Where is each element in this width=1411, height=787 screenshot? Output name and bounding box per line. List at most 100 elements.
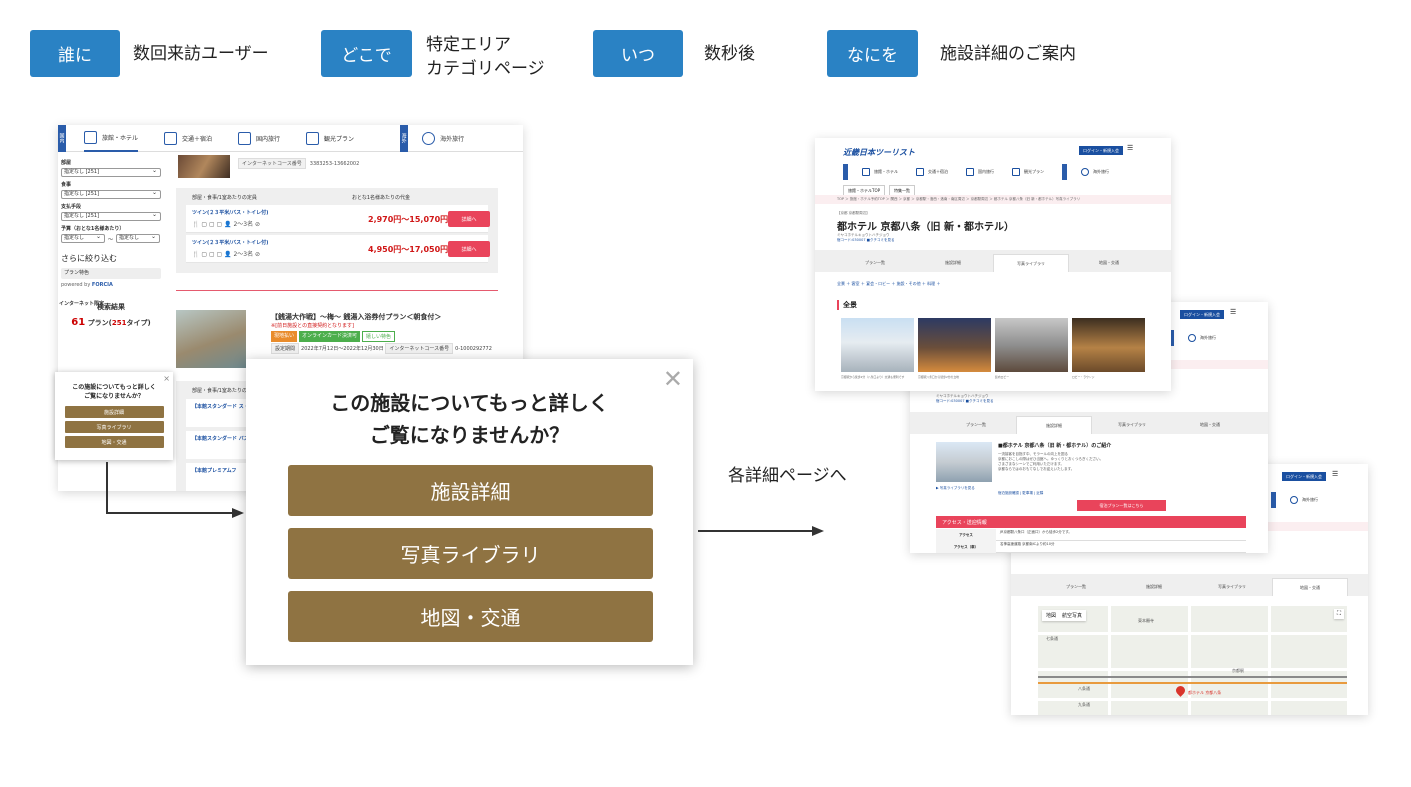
map-label: 八条通 <box>1078 686 1090 691</box>
train-icon <box>164 131 178 145</box>
plane-icon <box>966 168 974 176</box>
nav-item-hotel[interactable]: 旅館・ホテル <box>862 168 898 176</box>
photo-category-links[interactable]: 全景 ＋ 客室 ＋ 宴会・ロビー ＋ 施設・その他 ＋ 料理 ＋ <box>837 281 940 287</box>
menu-icon[interactable]: ☰ <box>1127 144 1133 152</box>
nav-item-domestic-trip[interactable]: 国内旅行 <box>238 131 280 145</box>
plan-feature-select[interactable]: プラン特色 <box>61 268 161 279</box>
hotel-photo[interactable] <box>841 318 914 372</box>
photo-library-button[interactable]: 写真ライブラリ <box>64 421 164 433</box>
hotel-code[interactable]: 宿コード:030007 ■クチコミを見る <box>936 399 993 404</box>
map-road <box>1038 632 1347 635</box>
login-button[interactable]: ログイン・新規入会 <box>1079 146 1123 155</box>
badge-feature: 嬉しい特色 <box>362 331 396 342</box>
room-amenities: 🍴 ▢ ▢ ▢ 👤 2〜3名 ⊘ <box>192 251 261 258</box>
course-code-label: インターネットコース番号 <box>385 343 454 354</box>
nav-item-domestic-trip[interactable]: 国内旅行 <box>966 168 994 176</box>
nav-item-transport[interactable]: 交通＋宿泊 <box>916 168 948 176</box>
detail-button[interactable]: 詳細へ <box>448 211 490 227</box>
map-tab-map[interactable]: 地図 <box>1046 612 1056 619</box>
tab-map-access[interactable]: 地図・交通 <box>1071 254 1147 272</box>
facility-detail-button[interactable]: 施設詳細 <box>288 465 653 516</box>
map-road <box>1108 606 1111 715</box>
photo-page-screenshot: 近畿日本ツーリスト ログイン・新規入会 ☰ 旅館・ホテル 交通＋宿泊 国内旅行 … <box>815 138 1171 391</box>
map-pin-icon[interactable] <box>1174 684 1187 697</box>
access-row: アクセス JR京都駅八条口（正面口）から徒歩2分です。 <box>936 529 1246 541</box>
result-count: 61 プラン(251タイプ) <box>61 317 161 328</box>
room-name[interactable]: ツイン(２３平米/バス・トイレ付) <box>192 239 268 246</box>
facility-links[interactable]: 宿泊施設確認 | 駐車場 | 近隣 <box>998 491 1043 496</box>
domestic-tab[interactable] <box>843 164 848 180</box>
access-row: アクセス（車） 名神高速道路 京都南ICより約10分 <box>936 541 1246 553</box>
photo-library-link[interactable]: ▶ 写真ライブラリを見る <box>936 486 975 491</box>
tab-plan-list[interactable]: プラン一覧 <box>837 254 913 272</box>
overseas-tab[interactable] <box>1062 164 1067 180</box>
hotel-photo[interactable] <box>918 318 991 372</box>
hotel-photo[interactable] <box>1072 318 1145 372</box>
nav-item-overseas[interactable]: 海外旅行 <box>1188 334 1216 342</box>
result-type-count: 251 <box>111 319 127 327</box>
nav-item-overseas[interactable]: 海外旅行 <box>422 131 464 145</box>
room-select[interactable]: 指定なし [251] <box>61 167 161 177</box>
payment-label: 支払手段 <box>61 204 82 210</box>
tab-map-access[interactable]: 地図・交通 <box>1272 578 1348 596</box>
map-access-button[interactable]: 地図・交通 <box>64 436 164 448</box>
tab-map-access[interactable]: 地図・交通 <box>1172 416 1248 434</box>
nav-item-transport[interactable]: 交通＋宿泊 <box>164 131 212 145</box>
popup-title-line: この施設についてもっと詳しく <box>330 391 609 415</box>
overseas-tab[interactable]: 海外 <box>400 125 409 152</box>
access-map[interactable]: 京都駅 東本願寺 七条通 八条通 九条通 都ホテル 京都八条 地図 航空写真 ⛶ <box>1038 606 1347 715</box>
who-text: 数回来訪ユーザー <box>133 44 269 64</box>
photo-caption: ロビー・ラウンジ <box>1072 375 1095 379</box>
overseas-tab[interactable] <box>1271 492 1276 508</box>
budget-range: 指定なし 〜 指定なし <box>61 233 161 245</box>
map-type-toggle: 地図 航空写真 <box>1042 610 1087 621</box>
budget-from-select[interactable]: 指定なし <box>61 233 105 243</box>
room-amenities: 🍴 ▢ ▢ ▢ 👤 2〜3名 ⊘ <box>192 221 261 228</box>
fullscreen-icon[interactable]: ⛶ <box>1334 609 1344 619</box>
room-name[interactable]: ツイン(２３平米/バス・トイレ付) <box>192 209 268 216</box>
tab-photo-library[interactable]: 写真ライブラリ <box>1194 578 1270 596</box>
arrow-label: 各詳細ページへ <box>728 466 847 486</box>
plan-title[interactable]: 【銭湯大作戦】〜梅〜 銭湯入浴券付プラン＜朝食付＞ <box>271 312 441 322</box>
tab-photo-library[interactable]: 写真ライブラリ <box>993 254 1069 272</box>
hotel-photo[interactable] <box>995 318 1068 372</box>
global-nav: 海外旅行 <box>1169 330 1234 346</box>
room-header: 部屋・食事/1室あたりの定員 <box>192 195 257 201</box>
room-row: ツイン(２３平米/バス・トイレ付) 🍴 ▢ ▢ ▢ 👤 2〜3名 ⊘ 4,950… <box>186 235 490 263</box>
arrow-line <box>106 512 234 514</box>
nav-item-tour[interactable]: 観光プラン <box>306 131 354 145</box>
tab-plan-list[interactable]: プラン一覧 <box>938 416 1014 434</box>
login-button[interactable]: ログイン・新規入会 <box>1180 310 1224 319</box>
map-tab-satellite[interactable]: 航空写真 <box>1062 612 1082 619</box>
login-button[interactable]: ログイン・新規入会 <box>1282 472 1326 481</box>
menu-icon[interactable]: ☰ <box>1230 308 1236 316</box>
menu-icon[interactable]: ☰ <box>1332 470 1338 478</box>
tab-facility-detail[interactable]: 施設詳細 <box>915 254 991 272</box>
nav-item-hotel[interactable]: 旅館・ホテル <box>84 125 139 152</box>
payment-select[interactable]: 指定なし [251] <box>61 211 161 221</box>
nav-item-label: 旅館・ホテル <box>874 169 898 174</box>
hotel-icon <box>862 168 870 176</box>
domestic-tab[interactable]: 国内 <box>58 125 66 152</box>
tab-facility-detail[interactable]: 施設詳細 <box>1116 578 1192 596</box>
breadcrumb[interactable]: TOP ＞ 旅館・ホテル予約TOP ＞ 関西 ＞ 京都 ＞ 京都駅・洛西・洛南・… <box>815 195 1171 204</box>
photo-library-button[interactable]: 写真ライブラリ <box>288 528 653 579</box>
hotel-code[interactable]: 宿コード:030007 ■クチコミを見る <box>837 238 894 243</box>
meal-select[interactable]: 指定なし [251] <box>61 189 161 199</box>
budget-to-select[interactable]: 指定なし <box>116 233 161 243</box>
arrow-line <box>698 530 813 532</box>
nav-item-overseas[interactable]: 海外旅行 <box>1081 168 1109 176</box>
nav-item-tour[interactable]: 観光プラン <box>1012 168 1044 176</box>
photo-caption: 京都駅八条口から徒歩2分の立地 <box>918 375 959 379</box>
detail-button[interactable]: 詳細へ <box>448 241 490 257</box>
nav-item-overseas[interactable]: 海外旅行 <box>1290 496 1318 504</box>
close-icon[interactable]: × <box>163 374 170 383</box>
tab-facility-detail[interactable]: 施設詳細 <box>1016 416 1092 434</box>
map-access-button[interactable]: 地図・交通 <box>288 591 653 642</box>
global-nav: 海外旅行 <box>1271 492 1336 508</box>
tab-photo-library[interactable]: 写真ライブラリ <box>1094 416 1170 434</box>
site-logo[interactable]: 近畿日本ツーリスト <box>843 147 915 158</box>
facility-detail-button[interactable]: 施設詳細 <box>64 406 164 418</box>
plan-list-button[interactable]: 宿泊プラン一覧はこちら <box>1077 500 1166 511</box>
tab-plan-list[interactable]: プラン一覧 <box>1038 578 1114 596</box>
